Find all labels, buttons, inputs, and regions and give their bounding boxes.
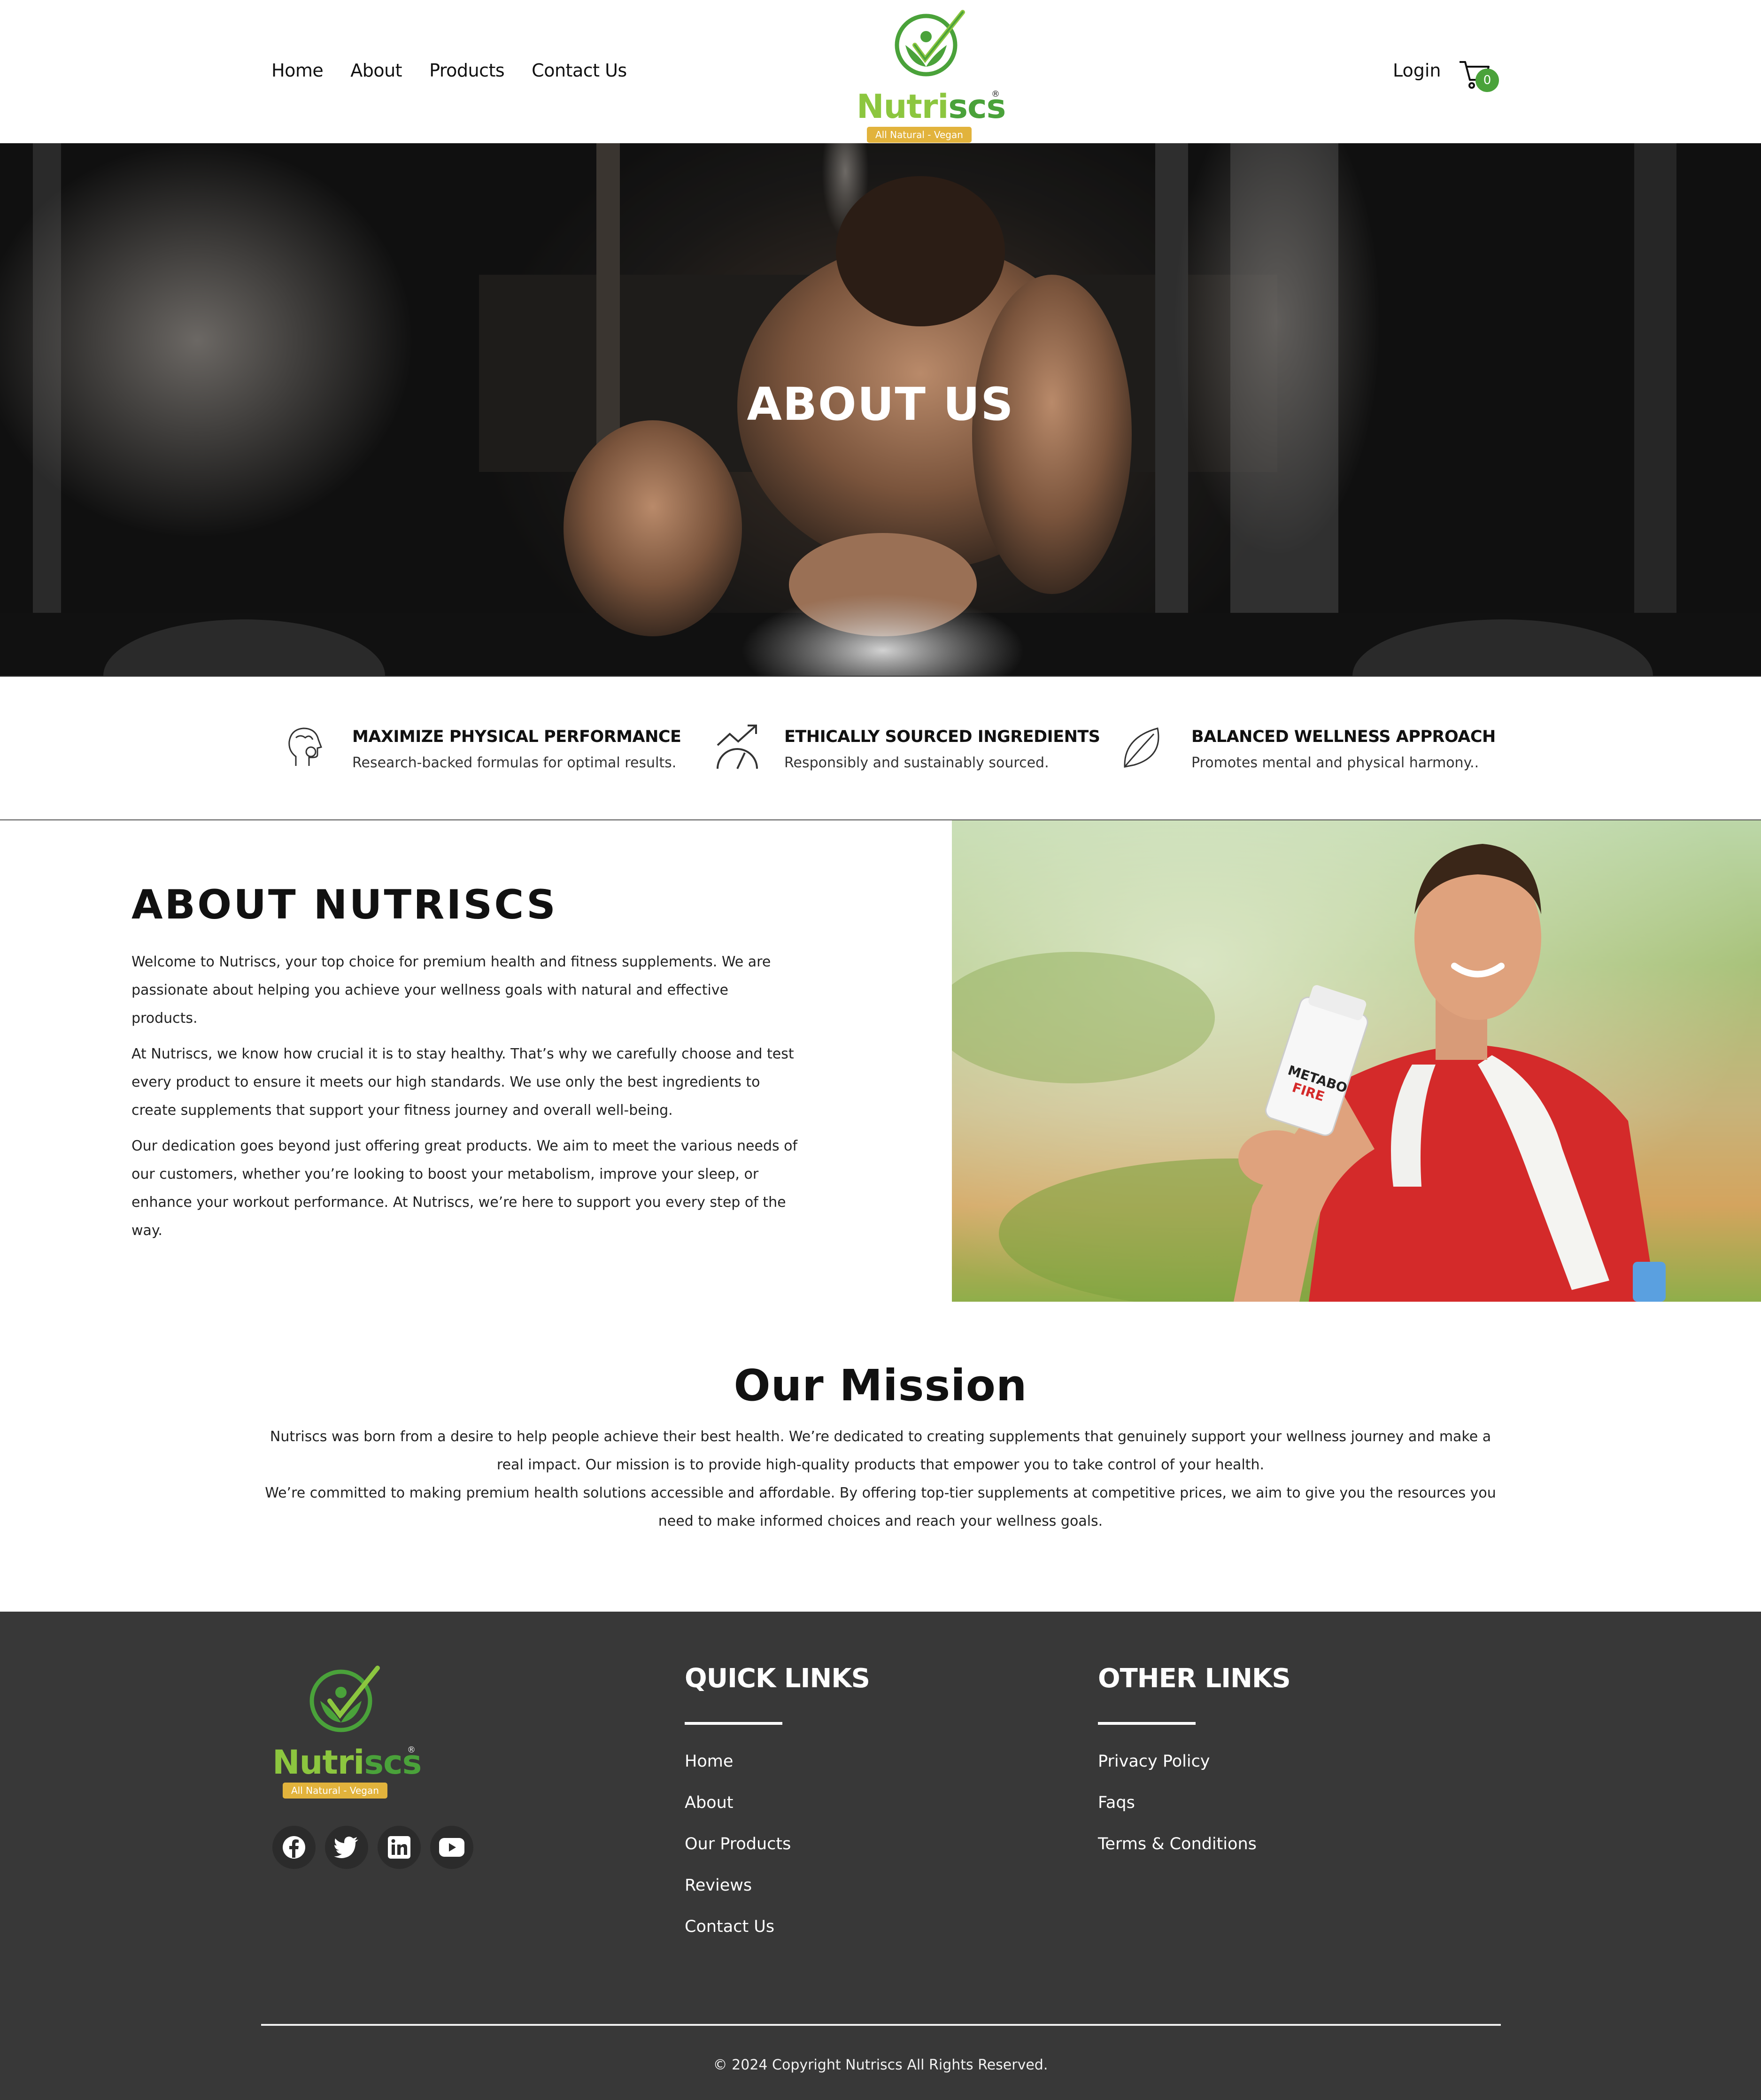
other-links-list: Privacy Policy Faqs Terms & Conditions: [1098, 1752, 1290, 1853]
site-logo[interactable]: Nutriscs ® All Natural - Vegan: [857, 8, 1006, 143]
nav-products[interactable]: Products: [429, 60, 505, 81]
head-brain-icon: [288, 727, 322, 766]
footer-divider: [261, 2024, 1501, 2026]
twitter-link[interactable]: [325, 1826, 368, 1869]
twitter-icon: [334, 1837, 358, 1858]
about-paragraph: At Nutriscs, we know how crucial it is t…: [131, 1046, 794, 1119]
logo-tagline: All Natural - Vegan: [867, 127, 972, 143]
footer-link-products[interactable]: Our Products: [685, 1835, 870, 1853]
mission-body: Nutriscs was born from a desire to help …: [263, 1423, 1498, 1536]
footer-logo[interactable]: Nutriscs ® All Natural - Vegan: [272, 1664, 422, 1799]
footer-link-about[interactable]: About: [685, 1793, 870, 1812]
footer-link-privacy[interactable]: Privacy Policy: [1098, 1752, 1290, 1771]
social-links: [272, 1826, 473, 1869]
quick-links-list: Home About Our Products Reviews Contact …: [685, 1752, 870, 1936]
copyright-text: © 2024 Copyright Nutriscs All Rights Res…: [713, 2057, 1048, 2073]
feature-text: Promotes mental and physical harmony..: [1191, 755, 1479, 771]
footer-link-terms[interactable]: Terms & Conditions: [1098, 1835, 1290, 1853]
logo-wordmark: Nutriscs: [272, 1743, 422, 1782]
feature-text: Research-backed formulas for optimal res…: [352, 755, 677, 771]
login-link[interactable]: Login: [1393, 60, 1441, 81]
page-title: ABOUT US: [747, 378, 1014, 431]
footer-link-home[interactable]: Home: [685, 1752, 870, 1771]
logo-registered-mark: ®: [407, 1745, 416, 1755]
about-photo: METABO FIRE: [952, 820, 1761, 1302]
about-section: ABOUT NUTRISCS Welcome to Nutriscs, your…: [0, 820, 1761, 1302]
youtube-link[interactable]: [430, 1826, 473, 1869]
cart-button[interactable]: 0: [1458, 58, 1500, 96]
about-paragraph: Welcome to Nutriscs, your top choice for…: [131, 954, 771, 1027]
other-links-heading: OTHER LINKS: [1098, 1663, 1291, 1694]
hero-banner: ABOUT US: [0, 143, 1761, 676]
mission-heading: Our Mission: [734, 1360, 1027, 1411]
site-header: Home About Products Contact Us Nutriscs …: [0, 0, 1761, 143]
facebook-icon: [283, 1836, 305, 1859]
feature-text: Responsibly and sustainably sourced.: [784, 755, 1049, 771]
nav-about[interactable]: About: [350, 60, 402, 81]
nav-home[interactable]: Home: [271, 60, 324, 81]
nav-contact[interactable]: Contact Us: [532, 60, 627, 81]
logo-emblem-icon: [309, 1666, 380, 1732]
about-paragraph: Our dedication goes beyond just offering…: [131, 1138, 798, 1239]
trend-gauge-icon: [717, 725, 758, 769]
quick-links-heading: QUICK LINKS: [685, 1663, 870, 1694]
site-footer: Nutriscs ® All Natural - Vegan QUICK LIN…: [0, 1612, 1761, 2100]
main-nav: Home About Products Contact Us: [271, 60, 627, 81]
logo-wordmark: Nutriscs: [857, 87, 1006, 126]
features-strip: MAXIMIZE PHYSICAL PERFORMANCE Research-b…: [0, 676, 1761, 820]
logo-registered-mark: ®: [991, 89, 1000, 99]
facebook-link[interactable]: [272, 1826, 316, 1869]
other-links-column: OTHER LINKS Privacy Policy Faqs Terms & …: [1098, 1663, 1291, 1876]
logo-emblem-icon: [895, 10, 965, 77]
feature-title: ETHICALLY SOURCED INGREDIENTS: [784, 727, 1100, 746]
leaf-icon: [1124, 727, 1159, 768]
feature-title: MAXIMIZE PHYSICAL PERFORMANCE: [352, 727, 681, 746]
quick-links-column: QUICK LINKS Home About Our Products Revi…: [685, 1663, 870, 1959]
logo-tagline: All Natural - Vegan: [283, 1783, 387, 1799]
athlete-with-supplement-image: METABO FIRE: [952, 820, 1761, 1302]
mission-section: Our Mission Nutriscs was born from a des…: [0, 1302, 1761, 1612]
heading-underline: [1098, 1722, 1196, 1725]
linkedin-icon: [388, 1836, 410, 1859]
footer-link-reviews[interactable]: Reviews: [685, 1876, 870, 1895]
youtube-icon: [439, 1838, 464, 1857]
about-body: Welcome to Nutriscs, your top choice for…: [131, 948, 798, 1252]
footer-link-faqs[interactable]: Faqs: [1098, 1793, 1290, 1812]
linkedin-link[interactable]: [378, 1826, 421, 1869]
cart-count-badge: 0: [1475, 69, 1499, 92]
mission-paragraph: We’re committed to making premium health…: [265, 1485, 1496, 1529]
footer-link-contact[interactable]: Contact Us: [685, 1917, 870, 1936]
about-heading: ABOUT NUTRISCS: [131, 881, 557, 928]
mission-paragraph: Nutriscs was born from a desire to help …: [270, 1428, 1491, 1473]
feature-title: BALANCED WELLNESS APPROACH: [1191, 727, 1496, 746]
heading-underline: [685, 1722, 782, 1725]
